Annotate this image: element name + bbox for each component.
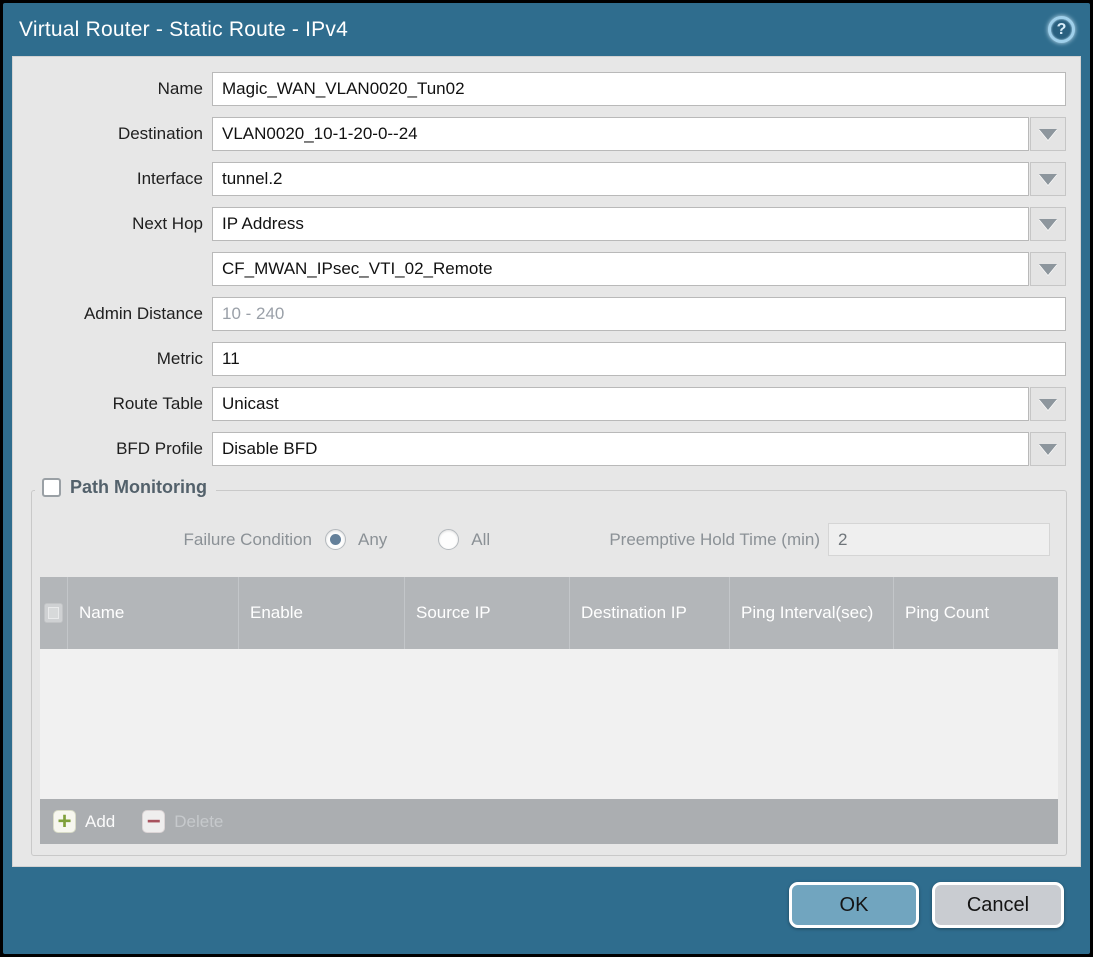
name-input[interactable]	[212, 72, 1066, 106]
column-header-source-ip: Source IP	[405, 577, 570, 649]
dialog-footer: OK Cancel	[3, 867, 1090, 954]
chevron-down-icon	[1039, 219, 1057, 230]
ok-button[interactable]: OK	[789, 882, 919, 928]
column-header-name: Name	[68, 577, 239, 649]
form-row-bfd-profile: BFD Profile Disable BFD	[13, 432, 1066, 466]
admin-distance-label: Admin Distance	[13, 304, 212, 324]
bfd-profile-dropdown-button[interactable]	[1030, 432, 1066, 466]
interface-label: Interface	[13, 169, 212, 189]
form-row-admin-distance: Admin Distance	[13, 297, 1066, 331]
preemptive-hold-time-label: Preemptive Hold Time (min)	[490, 530, 820, 550]
bfd-profile-label: BFD Profile	[13, 439, 212, 459]
form-row-next-hop: Next Hop IP Address	[13, 207, 1066, 241]
table-body-empty	[40, 649, 1058, 799]
delete-button[interactable]: − Delete	[142, 810, 223, 833]
next-hop-type-value[interactable]: IP Address	[212, 207, 1029, 241]
path-monitoring-label: Path Monitoring	[70, 477, 207, 498]
cancel-button[interactable]: Cancel	[932, 882, 1064, 928]
form-row-metric: Metric	[13, 342, 1066, 376]
dialog-titlebar: Virtual Router - Static Route - IPv4 ?	[3, 3, 1090, 56]
chevron-down-icon	[1039, 174, 1057, 185]
path-monitoring-checkbox[interactable]	[42, 478, 61, 497]
next-hop-address-dropdown-button[interactable]	[1030, 252, 1066, 286]
interface-value[interactable]: tunnel.2	[212, 162, 1029, 196]
bfd-profile-combobox[interactable]: Disable BFD	[212, 432, 1066, 466]
next-hop-address-combobox[interactable]: CF_MWAN_IPsec_VTI_02_Remote	[212, 252, 1066, 286]
delete-button-label: Delete	[174, 812, 223, 832]
name-label: Name	[13, 79, 212, 99]
radio-dot	[330, 534, 341, 545]
form-row-route-table: Route Table Unicast	[13, 387, 1066, 421]
next-hop-type-combobox[interactable]: IP Address	[212, 207, 1066, 241]
destination-label: Destination	[13, 124, 212, 144]
dialog-title: Virtual Router - Static Route - IPv4	[19, 18, 348, 42]
preemptive-hold-time-input[interactable]	[828, 523, 1050, 556]
bfd-profile-value[interactable]: Disable BFD	[212, 432, 1029, 466]
chevron-down-icon	[1039, 129, 1057, 140]
add-button[interactable]: + Add	[53, 810, 115, 833]
metric-input[interactable]	[212, 342, 1066, 376]
next-hop-address-value[interactable]: CF_MWAN_IPsec_VTI_02_Remote	[212, 252, 1029, 286]
failure-condition-label: Failure Condition	[32, 530, 312, 550]
failure-condition-any-label: Any	[358, 530, 387, 550]
chevron-down-icon	[1039, 444, 1057, 455]
chevron-down-icon	[1039, 399, 1057, 410]
column-header-ping-interval: Ping Interval(sec)	[730, 577, 894, 649]
path-monitoring-table: Name Enable Source IP Destination IP Pin…	[40, 577, 1058, 844]
column-header-destination-ip: Destination IP	[570, 577, 730, 649]
form-row-next-hop-address: CF_MWAN_IPsec_VTI_02_Remote	[13, 252, 1066, 286]
delete-minus-icon: −	[142, 810, 165, 833]
interface-combobox[interactable]: tunnel.2	[212, 162, 1066, 196]
help-icon[interactable]: ?	[1048, 16, 1075, 43]
failure-condition-all-radio[interactable]	[438, 529, 459, 550]
column-header-enable: Enable	[239, 577, 405, 649]
path-monitoring-legend: Path Monitoring	[35, 477, 216, 498]
next-hop-label: Next Hop	[13, 214, 212, 234]
form-row-destination: Destination VLAN0020_10-1-20-0--24	[13, 117, 1066, 151]
dialog-body: Name Destination VLAN0020_10-1-20-0--24 …	[12, 56, 1081, 867]
add-button-label: Add	[85, 812, 115, 832]
table-header-checkbox-cell	[40, 577, 68, 649]
column-header-ping-count: Ping Count	[894, 577, 1058, 649]
route-table-label: Route Table	[13, 394, 212, 414]
destination-value[interactable]: VLAN0020_10-1-20-0--24	[212, 117, 1029, 151]
table-header-row: Name Enable Source IP Destination IP Pin…	[40, 577, 1058, 649]
interface-dropdown-button[interactable]	[1030, 162, 1066, 196]
route-table-value[interactable]: Unicast	[212, 387, 1029, 421]
destination-dropdown-button[interactable]	[1030, 117, 1066, 151]
route-table-dropdown-button[interactable]	[1030, 387, 1066, 421]
route-table-combobox[interactable]: Unicast	[212, 387, 1066, 421]
add-plus-icon: +	[53, 810, 76, 833]
destination-combobox[interactable]: VLAN0020_10-1-20-0--24	[212, 117, 1066, 151]
static-route-dialog: Virtual Router - Static Route - IPv4 ? N…	[3, 3, 1090, 954]
path-monitoring-fieldset: Path Monitoring Failure Condition Any Al…	[31, 490, 1067, 856]
metric-label: Metric	[13, 349, 212, 369]
failure-condition-any-radio[interactable]	[325, 529, 346, 550]
failure-condition-all-label: All	[471, 530, 490, 550]
screen: Virtual Router - Static Route - IPv4 ? N…	[0, 0, 1093, 957]
admin-distance-input[interactable]	[212, 297, 1066, 331]
chevron-down-icon	[1039, 264, 1057, 275]
form-row-name: Name	[13, 72, 1066, 106]
table-toolbar: + Add − Delete	[40, 799, 1058, 844]
failure-condition-row: Failure Condition Any All Preemptive Hol…	[32, 523, 1066, 556]
select-all-checkbox[interactable]	[44, 603, 63, 623]
form-row-interface: Interface tunnel.2	[13, 162, 1066, 196]
next-hop-type-dropdown-button[interactable]	[1030, 207, 1066, 241]
